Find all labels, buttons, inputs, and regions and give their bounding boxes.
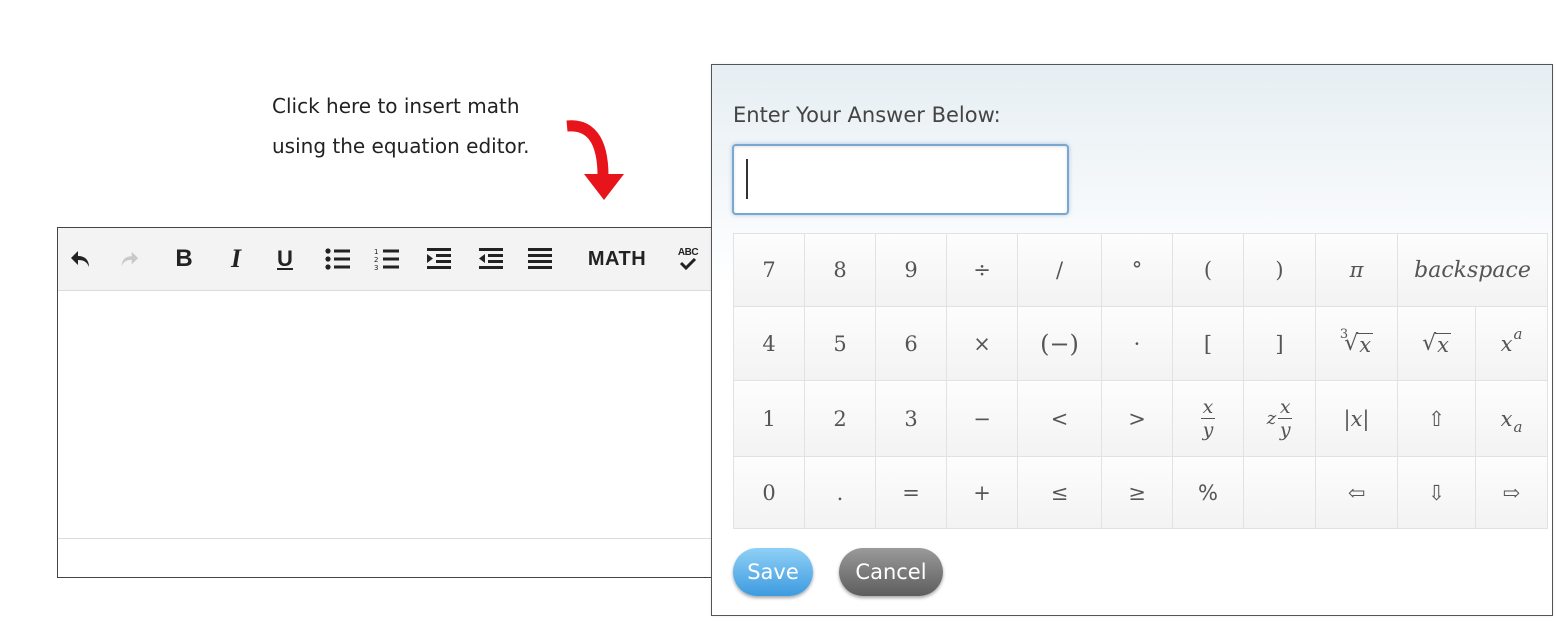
- svg-text:1: 1: [374, 248, 378, 256]
- key-multiply[interactable]: ×: [946, 306, 1018, 381]
- key-pi[interactable]: π: [1315, 233, 1398, 307]
- key-less-than[interactable]: <: [1017, 380, 1102, 457]
- math-keypad: 7 8 9 ÷ / ° ( ) π backspace 4 5 6 × (−) …: [733, 233, 1548, 529]
- key-cube-root[interactable]: 3 √ x: [1315, 306, 1398, 381]
- math-button[interactable]: MATH: [581, 242, 653, 276]
- key-equals[interactable]: =: [875, 456, 947, 529]
- underline-button[interactable]: U: [270, 242, 300, 276]
- key-open-bracket[interactable]: [: [1172, 306, 1244, 381]
- key-less-equal[interactable]: ≤: [1017, 456, 1102, 529]
- editor-toolbar: B I U 123 MATH ABC: [58, 228, 712, 291]
- equation-editor-dialog: Enter Your Answer Below: 7 8 9 ÷ / ° ( )…: [711, 64, 1553, 616]
- cancel-button[interactable]: Cancel: [839, 548, 943, 596]
- key-9[interactable]: 9: [875, 233, 947, 307]
- indent-icon[interactable]: [423, 242, 455, 276]
- key-close-paren[interactable]: ): [1243, 233, 1316, 307]
- key-decimal[interactable]: .: [804, 456, 876, 529]
- justify-icon[interactable]: [524, 242, 556, 276]
- key-5[interactable]: 5: [804, 306, 876, 381]
- redo-icon[interactable]: [114, 242, 144, 276]
- key-down-arrow[interactable]: ⇩: [1397, 456, 1476, 529]
- annotation-line-1: Click here to insert math: [272, 94, 520, 118]
- key-negative[interactable]: (−): [1017, 306, 1102, 381]
- italic-button[interactable]: I: [221, 242, 251, 276]
- key-greater-than[interactable]: >: [1101, 380, 1173, 457]
- key-6[interactable]: 6: [875, 306, 947, 381]
- key-superscript[interactable]: xa: [1475, 306, 1548, 381]
- spellcheck-icon[interactable]: ABC: [672, 242, 704, 276]
- key-subscript[interactable]: xa: [1475, 380, 1548, 457]
- dialog-title: Enter Your Answer Below:: [733, 103, 1001, 127]
- key-greater-equal[interactable]: ≥: [1101, 456, 1173, 529]
- key-slash[interactable]: /: [1017, 233, 1102, 307]
- editor-content-area[interactable]: [58, 291, 712, 539]
- numbered-list-icon[interactable]: 123: [371, 242, 403, 276]
- key-fraction[interactable]: xy: [1172, 380, 1244, 457]
- key-percent[interactable]: %: [1172, 456, 1244, 529]
- key-left-arrow[interactable]: ⇦: [1315, 456, 1398, 529]
- outdent-icon[interactable]: [475, 242, 507, 276]
- svg-text:3: 3: [374, 264, 378, 271]
- annotation-line-2: using the equation editor.: [272, 134, 530, 158]
- text-caret: [746, 159, 748, 199]
- key-backspace[interactable]: backspace: [1397, 233, 1548, 307]
- key-dot-operator[interactable]: ·: [1101, 306, 1173, 381]
- key-divide[interactable]: ÷: [946, 233, 1018, 307]
- key-2[interactable]: 2: [804, 380, 876, 457]
- svg-text:2: 2: [374, 256, 378, 264]
- key-close-bracket[interactable]: ]: [1243, 306, 1316, 381]
- save-button[interactable]: Save: [733, 548, 813, 596]
- rich-text-editor: B I U 123 MATH ABC: [57, 227, 713, 578]
- bullet-list-icon[interactable]: [322, 242, 354, 276]
- curved-arrow-icon: [566, 120, 624, 200]
- key-8[interactable]: 8: [804, 233, 876, 307]
- key-degree[interactable]: °: [1101, 233, 1173, 307]
- undo-icon[interactable]: [66, 242, 96, 276]
- key-open-paren[interactable]: (: [1172, 233, 1244, 307]
- key-1[interactable]: 1: [733, 380, 805, 457]
- key-absolute-value[interactable]: |x|: [1315, 380, 1398, 457]
- bold-button[interactable]: B: [169, 242, 199, 276]
- key-minus[interactable]: −: [946, 380, 1018, 457]
- key-7[interactable]: 7: [733, 233, 805, 307]
- key-0[interactable]: 0: [733, 456, 805, 529]
- key-4[interactable]: 4: [733, 306, 805, 381]
- spellcheck-text: ABC: [677, 247, 699, 258]
- key-shift-up[interactable]: ⇧: [1397, 380, 1476, 457]
- key-right-arrow[interactable]: ⇨: [1475, 456, 1548, 529]
- editor-status-bar: [58, 538, 712, 577]
- answer-input[interactable]: [732, 144, 1069, 215]
- key-plus[interactable]: +: [946, 456, 1018, 529]
- key-3[interactable]: 3: [875, 380, 947, 457]
- key-blank: [1243, 456, 1316, 529]
- key-square-root[interactable]: √ x: [1397, 306, 1476, 381]
- key-mixed-fraction[interactable]: zxy: [1243, 380, 1316, 457]
- instruction-annotation: Click here to insert math using the equa…: [272, 86, 572, 166]
